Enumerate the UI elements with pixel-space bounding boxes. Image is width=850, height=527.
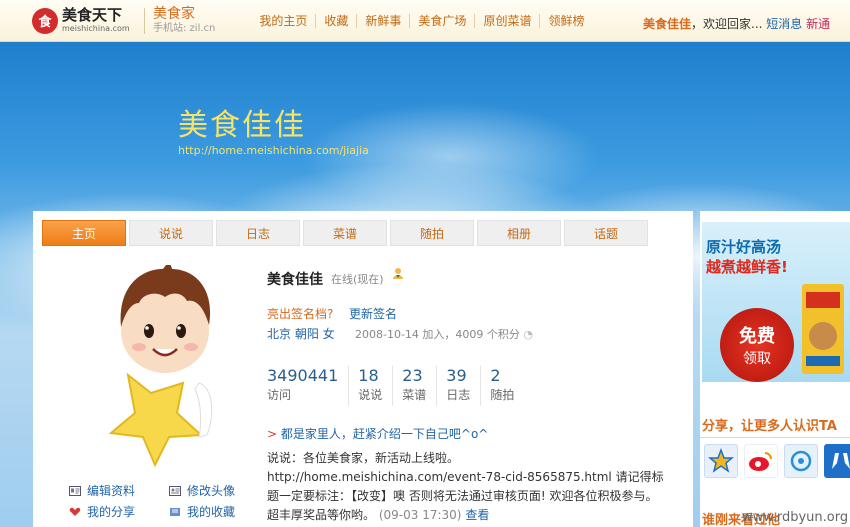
share-weibo-button[interactable] [744, 444, 778, 478]
join-date-points: 2008-10-14 加入，4009 个积分 [355, 328, 520, 341]
join-info: 2008-10-14 加入，4009 个积分 ◔ [355, 326, 533, 342]
mobile-site-label: 手机站: zil.cn [153, 22, 216, 34]
latest-post-time: (09-03 17:30) [378, 508, 462, 522]
share-qzone-button[interactable] [704, 444, 738, 478]
profile-tabs: 主页 说说 日志 菜谱 随拍 相册 话题 [42, 220, 651, 246]
intro-invite[interactable]: > 都是家里人，赶紧介绍一下自己吧^o^ [267, 425, 488, 442]
site-logo[interactable]: 食 美食天下 meishichina.com [32, 6, 136, 34]
nav-my-home[interactable]: 我的主页 [251, 14, 315, 28]
tab-posts[interactable]: 说说 [129, 220, 213, 246]
online-status: 在线(现在) [331, 273, 384, 286]
profile-name: 美食佳佳 [267, 272, 323, 288]
avatar[interactable] [103, 265, 233, 470]
ad-line2: 越煮越鲜香! [706, 258, 788, 276]
stat-recipes[interactable]: 23 菜谱 [402, 366, 438, 406]
edit-profile-link[interactable]: 编辑资料 [69, 482, 135, 499]
weibo-icon [749, 452, 772, 471]
ad-line1: 原汁好高汤 [706, 238, 782, 256]
nav-ranking[interactable]: 领鲜榜 [539, 13, 592, 28]
main-panel: 主页 说说 日志 菜谱 随拍 相册 话题 编辑资料 修改头像 我的分享 我的收藏… [33, 211, 693, 527]
heart-icon [69, 507, 81, 516]
logo-domain: meishichina.com [62, 24, 130, 33]
intro-invite-text: 都是家里人，赶紧介绍一下自己吧^o^ [280, 427, 489, 441]
nav-food-square[interactable]: 美食广场 [409, 13, 474, 28]
my-shares-label: 我的分享 [87, 505, 136, 519]
share-renren-button[interactable] [824, 444, 850, 478]
share-section-title: 分享，让更多人认识TA [702, 419, 837, 434]
update-signature-link[interactable]: 更新签名 [349, 305, 397, 322]
share-qq-weibo-button[interactable] [784, 444, 818, 478]
tab-albums[interactable]: 相册 [477, 220, 561, 246]
stat-blogs[interactable]: 39 日志 [446, 366, 482, 406]
user-bar: 美食佳佳，欢迎回家... 短消息 新通 [643, 15, 830, 32]
star-icon [708, 448, 734, 473]
profile-card-icon [69, 485, 81, 496]
avatar-card-icon [169, 485, 181, 496]
stat-visits[interactable]: 3490441 访问 [267, 366, 350, 406]
divider [700, 437, 850, 438]
user-online-icon [393, 268, 403, 279]
stat-number: 3490441 [267, 366, 339, 385]
change-avatar-label: 修改头像 [187, 484, 236, 498]
points-clock-icon: ◔ [523, 328, 534, 341]
product-package-icon [802, 284, 844, 374]
ad-claim-button[interactable]: 免费 领取 [720, 308, 794, 382]
tab-home[interactable]: 主页 [42, 220, 126, 246]
profile-location[interactable]: 北京 朝阳 女 [267, 325, 335, 342]
latest-post: 说说：各位美食家，新活动上线啦。 http://home.meishichina… [267, 449, 667, 525]
stat-label: 菜谱 [402, 388, 427, 402]
messages-link[interactable]: 短消息 [766, 17, 802, 31]
view-link[interactable]: 查看 [465, 508, 489, 522]
stat-label: 说说 [358, 388, 383, 402]
my-favorites-label: 我的收藏 [187, 505, 236, 519]
main-nav: 我的主页 收藏 新鲜事 美食广场 原创菜谱 领鲜榜 [251, 13, 592, 28]
stat-number: 23 [402, 366, 423, 385]
watermark: www.rdbyun.org [742, 510, 849, 525]
ad-btn-bottom: 领取 [743, 351, 771, 367]
nav-news[interactable]: 新鲜事 [356, 13, 409, 28]
tencent-weibo-icon [790, 450, 812, 472]
ad-banner[interactable]: 原汁好高汤 越煮越鲜香! 免费 领取 [702, 222, 850, 382]
username-link[interactable]: 美食佳佳 [643, 17, 691, 31]
profile-stats: 3490441 访问 18 说说 23 菜谱 39 日志 2 随拍 [267, 366, 533, 406]
welcome-text: ，欢迎回家... [691, 17, 763, 31]
favorites-icon [170, 507, 180, 516]
stat-number: 39 [446, 366, 467, 385]
signature-prompt[interactable]: 亮出签名档? [267, 305, 333, 322]
stat-number: 2 [490, 366, 501, 385]
tab-topics[interactable]: 话题 [564, 220, 648, 246]
stat-label: 随拍 [490, 388, 515, 402]
nav-favorites[interactable]: 收藏 [315, 13, 356, 28]
cloud-decoration [300, 102, 600, 212]
banner-url[interactable]: http://home.meishichina.com/jiajia [178, 144, 369, 157]
tab-snapshots[interactable]: 随拍 [390, 220, 474, 246]
logo-text: 美食天下 [62, 6, 123, 24]
renren-icon [832, 453, 850, 469]
logo-seal-icon: 食 [32, 7, 58, 34]
stat-snapshots[interactable]: 2 随拍 [490, 366, 524, 406]
tab-recipes[interactable]: 菜谱 [303, 220, 387, 246]
edit-profile-label: 编辑资料 [87, 484, 136, 498]
my-shares-link[interactable]: 我的分享 [69, 503, 135, 520]
ad-btn-top: 免费 [739, 326, 775, 347]
right-sidebar: 原汁好高汤 越煮越鲜香! 免费 领取 分享，让更多人认识TA 谁刚来看过他 [700, 211, 850, 527]
nav-original-recipes[interactable]: 原创菜谱 [474, 13, 539, 28]
tab-blog[interactable]: 日志 [216, 220, 300, 246]
change-avatar-link[interactable]: 修改头像 [169, 482, 235, 499]
stat-label: 访问 [267, 388, 292, 402]
divider [144, 7, 145, 34]
stat-label: 日志 [446, 388, 471, 402]
site-title[interactable]: 美食家 [153, 6, 215, 22]
my-favorites-link[interactable]: 我的收藏 [169, 503, 235, 520]
stat-number: 18 [358, 366, 379, 385]
banner-title: 美食佳佳 [178, 108, 306, 143]
arrow-icon: > [267, 427, 278, 441]
stat-posts[interactable]: 18 说说 [358, 366, 394, 406]
new-link[interactable]: 新通 [806, 17, 830, 31]
